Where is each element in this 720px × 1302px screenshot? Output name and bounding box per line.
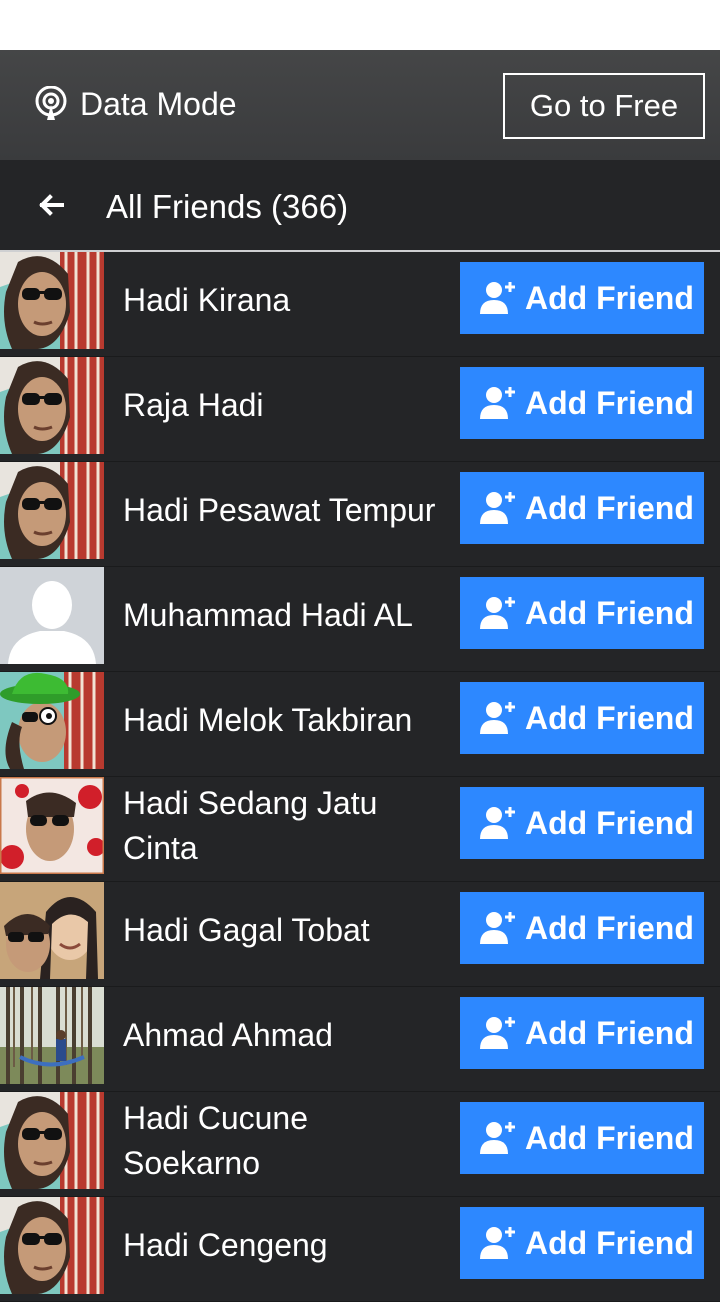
add-friend-button[interactable]: Add Friend [460, 262, 704, 334]
avatar[interactable] [0, 1092, 104, 1189]
add-friend-label: Add Friend [525, 804, 694, 841]
avatar[interactable] [0, 777, 104, 874]
person-add-icon [480, 387, 515, 419]
friend-name[interactable]: Hadi Melok Takbiran [123, 672, 443, 769]
friend-name[interactable]: Hadi Sedang Jatu Cinta [123, 777, 443, 874]
friend-row[interactable]: Raja Hadi Add Friend [0, 357, 720, 462]
avatar[interactable] [0, 987, 104, 1084]
person-add-icon [480, 597, 515, 629]
add-friend-button[interactable]: Add Friend [460, 1207, 704, 1279]
avatar[interactable] [0, 252, 104, 349]
add-friend-button[interactable]: Add Friend [460, 472, 704, 544]
add-friend-button[interactable]: Add Friend [460, 892, 704, 964]
add-friend-button[interactable]: Add Friend [460, 787, 704, 859]
add-friend-label: Add Friend [525, 594, 694, 631]
friend-row[interactable]: Hadi Kirana Add Friend [0, 252, 720, 357]
go-to-free-button[interactable]: Go to Free [503, 73, 705, 139]
avatar[interactable] [0, 672, 104, 769]
add-friend-button[interactable]: Add Friend [460, 1102, 704, 1174]
add-friend-label: Add Friend [525, 384, 694, 421]
broadcast-icon [35, 86, 67, 120]
add-friend-label: Add Friend [525, 489, 694, 526]
add-friend-label: Add Friend [525, 1119, 694, 1156]
person-add-icon [480, 492, 515, 524]
friend-row[interactable]: Hadi Sedang Jatu Cinta Add Friend [0, 777, 720, 882]
add-friend-label: Add Friend [525, 1014, 694, 1051]
friend-row[interactable]: Muhammad Hadi AL Add Friend [0, 567, 720, 672]
add-friend-label: Add Friend [525, 699, 694, 736]
friend-name[interactable]: Hadi Gagal Tobat [123, 882, 443, 979]
friend-name[interactable]: Muhammad Hadi AL [123, 567, 443, 664]
friend-name[interactable]: Hadi Cengeng [123, 1197, 443, 1294]
avatar[interactable] [0, 462, 104, 559]
arrow-left-icon[interactable] [36, 190, 66, 220]
person-add-icon [480, 1122, 515, 1154]
friend-row[interactable]: Hadi Cucune Soekarno Add Friend [0, 1092, 720, 1197]
add-friend-label: Add Friend [525, 909, 694, 946]
add-friend-button[interactable]: Add Friend [460, 682, 704, 754]
friend-name[interactable]: Hadi Kirana [123, 252, 443, 349]
add-friend-button[interactable]: Add Friend [460, 367, 704, 439]
friend-name[interactable]: Ahmad Ahmad [123, 987, 443, 1084]
friend-row[interactable]: Ahmad Ahmad Add Friend [0, 987, 720, 1092]
data-mode-label: Data Mode [80, 86, 237, 122]
friend-row[interactable]: Hadi Cengeng Add Friend [0, 1197, 720, 1302]
add-friend-label: Add Friend [525, 1224, 694, 1261]
add-friend-button[interactable]: Add Friend [460, 997, 704, 1069]
friend-name[interactable]: Hadi Pesawat Tempur [123, 462, 443, 559]
friend-row[interactable]: Hadi Gagal Tobat Add Friend [0, 882, 720, 987]
add-friend-label: Add Friend [525, 279, 694, 316]
person-add-icon [480, 702, 515, 734]
friend-row[interactable]: Hadi Melok Takbiran Add Friend [0, 672, 720, 777]
avatar[interactable] [0, 1197, 104, 1294]
person-add-icon [480, 1227, 515, 1259]
person-add-icon [480, 912, 515, 944]
friend-name[interactable]: Raja Hadi [123, 357, 443, 454]
status-bar [0, 0, 720, 50]
avatar[interactable] [0, 882, 104, 979]
person-add-icon [480, 282, 515, 314]
avatar[interactable] [0, 567, 104, 664]
friend-row[interactable]: Hadi Pesawat Tempur Add Friend [0, 462, 720, 567]
person-add-icon [480, 807, 515, 839]
person-add-icon [480, 1017, 515, 1049]
friends-list: Hadi Kirana Add Friend Raja Hadi Add Fri… [0, 252, 720, 1302]
page-title: All Friends (366) [106, 188, 349, 225]
add-friend-button[interactable]: Add Friend [460, 577, 704, 649]
avatar[interactable] [0, 357, 104, 454]
friend-name[interactable]: Hadi Cucune Soekarno [123, 1092, 443, 1189]
